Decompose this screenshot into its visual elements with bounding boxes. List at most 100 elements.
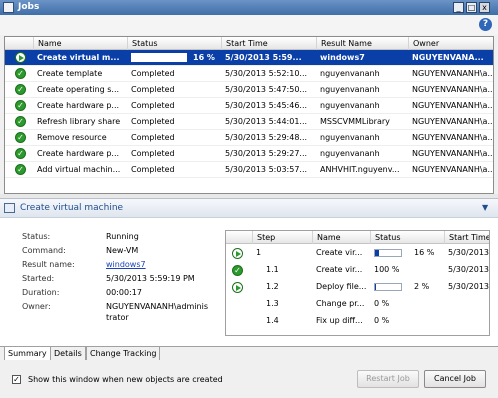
job-start-time: 5/30/2013 5:29:27... [225,149,308,158]
step-progress-bar [374,283,402,291]
row-status-icon-cell: ✓ [9,66,27,81]
field-value: New-VM [106,246,139,255]
table-row[interactable]: ✓ Remove resource Completed 5/30/2013 5:29:… [5,130,493,146]
step-start-time [444,296,489,312]
step-start-time: 5/30/2013 [448,282,490,291]
show-window-checkbox-label: Show this window when new objects are cr… [28,375,223,384]
job-name: Create virtual m... [37,53,120,62]
chevron-down-icon[interactable]: ▼ [482,203,488,212]
step-status: 2 % [370,279,444,295]
step-status: 100 % [374,265,400,274]
table-row[interactable]: ✓ Create operating s... Completed 5/30/2013… [5,82,493,98]
show-window-checkbox[interactable]: ✓ [12,375,21,384]
job-result-name: nguyenvananh [320,69,380,78]
job-owner: NGUYENVANANH\a... [412,149,494,158]
column-header-status[interactable]: Status [127,37,219,50]
column-header-result-name[interactable]: Result Name [316,37,406,50]
step-number: 1 [256,248,262,257]
job-status: Completed [131,165,175,174]
step-row[interactable]: 1.4 Fix up diff... 0 % [226,313,489,329]
job-status: Completed [131,117,175,126]
row-status-icon-cell: ✓ [9,114,27,129]
job-owner: NGUYENVANANH\a... [412,101,494,110]
result-name-link[interactable]: windows7 [106,260,146,269]
job-result-name: nguyenvananh [320,85,380,94]
job-start-time: 5/30/2013 5:52:10... [225,69,308,78]
table-row[interactable]: ✓ Create template Completed 5/30/2013 5:52:… [5,66,493,82]
job-start-time: 5/30/2013 5:44:01... [225,117,308,126]
job-status: 16 % [127,50,219,65]
footer: ✓ Show this window when new objects are … [0,360,498,398]
step-progress-bar [374,249,402,257]
completed-icon: ✓ [15,148,26,159]
job-start-time: 5/30/2013 5:29:48... [225,133,308,142]
step-row[interactable]: 1.3 Change pr... 0 % [226,296,489,312]
table-row[interactable]: ✓ Create hardware p... Completed 5/30/2013 … [5,146,493,162]
jobs-grid-header: Name Status Start Time Result Name Owner [5,37,493,50]
step-name: Create vir... [316,265,363,274]
job-status: Completed [131,85,175,94]
field-label: Started: [22,274,55,283]
column-header-owner[interactable]: Owner [408,37,493,50]
job-name: Refresh library share [37,117,121,126]
job-owner: NGUYENVANANH\a... [412,165,494,174]
help-icon[interactable]: ? [479,18,492,31]
job-name: Create template [37,69,103,78]
step-row[interactable]: 1 Create vir... 16 % 5/30/2013 [226,245,489,261]
minimize-button[interactable]: _ [453,2,464,13]
table-row[interactable]: ✓ Create hardware p... Completed 5/30/2013 … [5,98,493,114]
completed-icon: ✓ [15,68,26,79]
running-icon [232,248,243,259]
step-name: Deploy file... [316,282,367,291]
job-owner: NGUYENVANANH\a... [412,133,494,142]
completed-icon: ✓ [15,116,26,127]
column-header-start-time[interactable]: Start Time [221,37,314,50]
maximize-button[interactable]: □ [466,2,477,13]
step-start-time: 5/30/2013 [448,248,490,257]
step-icon-cell [226,296,252,312]
close-button[interactable]: x [479,2,490,13]
job-start-time: 5/30/2013 5:03:57... [225,165,308,174]
job-start-time: 5/30/2013 5:45:46... [225,101,308,110]
field-value: NGUYENVANANH\adminis [106,302,209,311]
step-row[interactable]: 1.2 Deploy file... 2 % 5/30/2013 [226,279,489,295]
job-name: Create hardware p... [37,101,120,110]
field-value: 00:00:17 [106,288,142,297]
restart-job-button[interactable]: Restart Job [357,370,419,388]
step-row[interactable]: ✓ 1.1 Create vir... 100 % 5/30/2013 [226,262,489,278]
job-start-time: 5/30/2013 5:47:50... [225,85,308,94]
job-status: Completed [131,69,175,78]
tab-summary[interactable]: Summary [4,347,51,361]
cancel-job-button[interactable]: Cancel Job [424,370,486,388]
job-result-name: nguyenvananh [320,149,380,158]
detail-tabs: Summary Details Change Tracking [0,346,498,361]
job-name: Remove resource [37,133,107,142]
column-header-name[interactable]: Name [33,37,125,50]
field-value: 5/30/2013 5:59:19 PM [106,274,195,283]
table-row[interactable]: ✓ Refresh library share Completed 5/30/2013… [5,114,493,130]
job-start-time: 5/30/2013 5:59... [225,53,302,62]
step-name: Fix up diff... [316,316,363,325]
steps-column-name[interactable]: Name [312,231,370,244]
row-status-icon-cell: ✓ [9,162,27,177]
completed-icon: ✓ [15,84,26,95]
table-row[interactable]: Create virtual m... 16 % 5/30/2013 5:59...… [5,50,493,66]
tab-change-tracking[interactable]: Change Tracking [86,347,161,361]
job-name: Create hardware p... [37,149,120,158]
row-status-icon-cell: ✓ [9,82,27,97]
detail-title: Create virtual machine [20,203,124,213]
steps-column-icon[interactable] [226,231,252,244]
step-number: 1.3 [266,299,279,308]
step-start-time [444,313,489,329]
table-row[interactable]: ✓ Add virtual machin... Completed 5/30/2013… [5,162,493,178]
field-label: Status: [22,232,51,241]
steps-column-start-time[interactable]: Start Time [444,231,489,244]
job-result-name: MSSCVMMLibrary [320,117,390,126]
step-status: 16 % [370,245,444,261]
steps-column-step[interactable]: Step [252,231,312,244]
tab-details[interactable]: Details [50,347,86,361]
steps-column-status[interactable]: Status [370,231,444,244]
step-number: 1.2 [266,282,279,291]
column-header-icon[interactable] [9,37,27,50]
step-number: 1.1 [266,265,279,274]
